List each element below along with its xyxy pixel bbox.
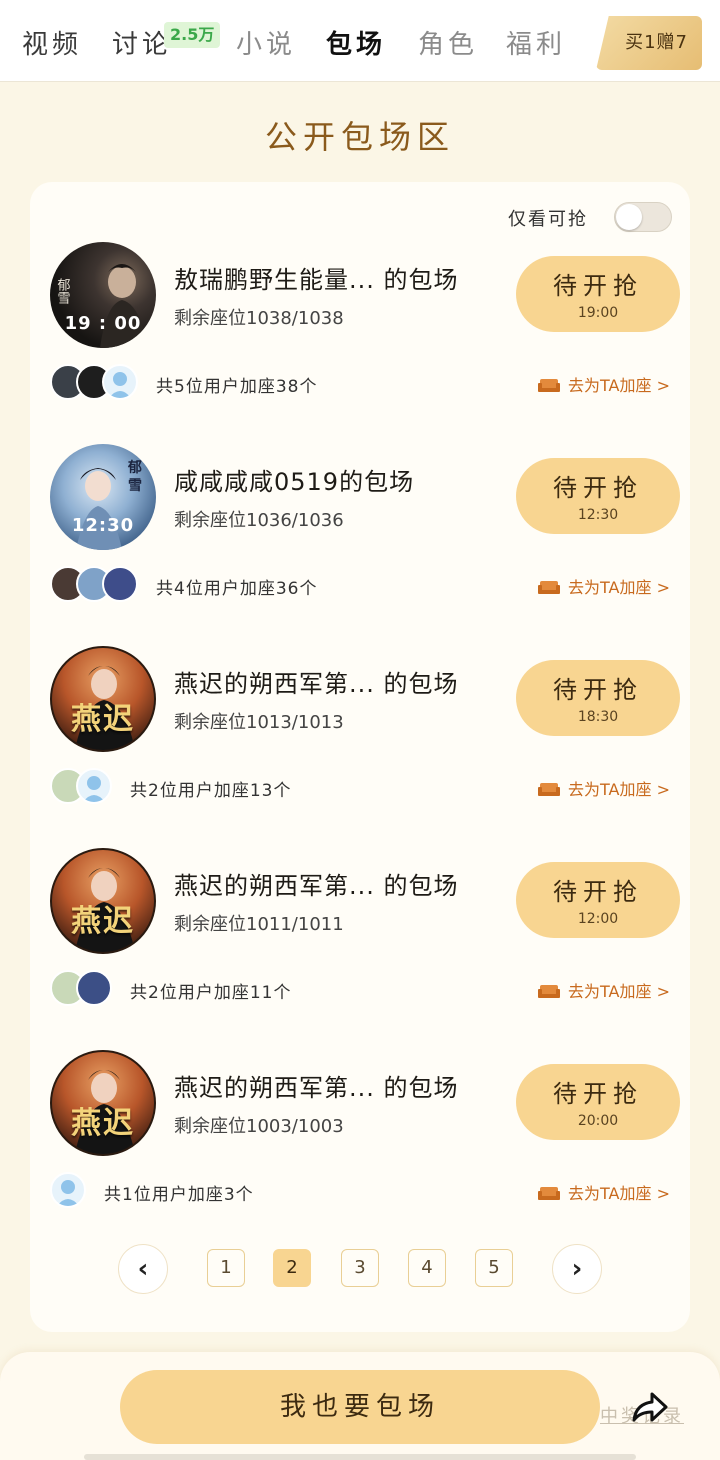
tab-welfare[interactable]: 福利: [506, 24, 566, 61]
item-title: 咸咸咸咸0519的包场: [174, 468, 415, 496]
grab-button-time: 20:00: [577, 1113, 619, 1129]
public-booking-card: 仅看可抢 郁雪 19 : 00 敖瑞鹏野生能量... 的包场 剩余座位1038/…: [30, 182, 690, 1332]
grab-button-label: 待开抢: [553, 272, 643, 300]
tab-booking[interactable]: 包场: [326, 24, 386, 61]
page-3-button[interactable]: 3: [341, 1249, 379, 1287]
discussion-count-badge: 2.5万: [164, 22, 221, 48]
item-seats-remaining: 剩余座位1013/1013: [174, 712, 344, 733]
item-seats-remaining: 剩余座位1011/1011: [174, 914, 344, 935]
prev-page-button[interactable]: ‹: [118, 1244, 168, 1294]
item-title: 燕迟的朔西军第... 的包场: [174, 1074, 459, 1102]
item-cover-image[interactable]: 郁雪 19 : 00: [50, 242, 156, 348]
grab-button-label: 待开抢: [553, 878, 643, 906]
item-seats-remaining: 剩余座位1003/1003: [174, 1116, 344, 1137]
tab-novel[interactable]: 小说: [236, 24, 296, 61]
grab-button-label: 待开抢: [553, 474, 643, 502]
buy-one-get-seven-promo[interactable]: 买1赠7: [596, 16, 702, 70]
page-2-button[interactable]: 2: [273, 1249, 311, 1287]
cover-title-glyph: 燕迟: [71, 1106, 135, 1141]
chevron-left-icon: ‹: [137, 1254, 149, 1284]
svg-text:郁: 郁: [127, 459, 142, 476]
add-seat-link[interactable]: 去为TA加座 >: [538, 1180, 670, 1204]
grab-button-time: 18:30: [577, 709, 619, 725]
item-seats-remaining: 剩余座位1038/1038: [174, 308, 344, 329]
chevron-right-icon: ›: [571, 1254, 583, 1284]
cover-time-label: 19 : 00: [64, 313, 142, 334]
item-cover-image[interactable]: 燕迟: [50, 848, 156, 954]
cover-title-glyph: 燕迟: [71, 904, 135, 939]
page-5-button[interactable]: 5: [475, 1249, 513, 1287]
pending-grab-button[interactable]: 待开抢 12:30: [516, 458, 680, 534]
share-icon[interactable]: [630, 1390, 670, 1426]
top-tab-bar: 视频 讨论 2.5万 小说 包场 角色 福利 买1赠7: [0, 0, 720, 82]
booking-item: 郁 雪 12:30 咸咸咸咸0519的包场 剩余座位1036/1036 待开抢 …: [30, 384, 690, 602]
grab-button-time: 12:00: [577, 911, 619, 927]
next-page-button[interactable]: ›: [552, 1244, 602, 1294]
tab-discussion[interactable]: 讨论: [112, 24, 172, 61]
bottom-action-bar: 我也要包场 中奖记录: [0, 1352, 720, 1460]
svg-text:郁雪: 郁雪: [55, 278, 71, 304]
add-seat-label: 去为TA加座 >: [568, 1184, 670, 1203]
item-title: 燕迟的朔西军第... 的包场: [174, 670, 459, 698]
seat-icon: [538, 1187, 561, 1200]
grab-button-label: 待开抢: [553, 676, 643, 704]
item-cover-image[interactable]: 郁 雪 12:30: [50, 444, 156, 550]
default-user-avatar: [50, 1172, 86, 1208]
booking-item: 燕迟 燕迟的朔西军第... 的包场 剩余座位1003/1003 待开抢 20:0…: [30, 990, 690, 1208]
pending-grab-button[interactable]: 待开抢 19:00: [516, 256, 680, 332]
pagination: ‹ 1 2 3 4 5 ›: [30, 1242, 690, 1298]
home-indicator: [84, 1454, 636, 1460]
grab-button-label: 待开抢: [553, 1080, 643, 1108]
tab-character[interactable]: 角色: [418, 24, 478, 61]
section-title: 公开包场区: [264, 118, 455, 156]
joined-summary: 共1位用户加座3个: [104, 1185, 254, 1205]
tab-video[interactable]: 视频: [22, 24, 82, 61]
booking-item: 郁雪 19 : 00 敖瑞鹏野生能量... 的包场 剩余座位1038/1038 …: [30, 182, 690, 400]
pending-grab-button[interactable]: 待开抢 20:00: [516, 1064, 680, 1140]
item-seats-remaining: 剩余座位1036/1036: [174, 510, 344, 531]
booking-item: 燕迟 燕迟的朔西军第... 的包场 剩余座位1011/1011 待开抢 12:0…: [30, 788, 690, 1006]
booking-item: 燕迟 燕迟的朔西军第... 的包场 剩余座位1013/1013 待开抢 18:3…: [30, 586, 690, 804]
pending-grab-button[interactable]: 待开抢 12:00: [516, 862, 680, 938]
svg-text:雪: 雪: [128, 477, 142, 494]
grab-button-time: 12:30: [577, 507, 619, 523]
cover-title-glyph: 燕迟: [71, 702, 135, 737]
item-cover-image[interactable]: 燕迟: [50, 1050, 156, 1156]
page-4-button[interactable]: 4: [408, 1249, 446, 1287]
cover-time-label: 12:30: [71, 515, 135, 536]
pending-grab-button[interactable]: 待开抢 18:30: [516, 660, 680, 736]
create-booking-button[interactable]: 我也要包场: [120, 1370, 600, 1444]
item-title: 敖瑞鹏野生能量... 的包场: [174, 266, 459, 294]
grab-button-time: 19:00: [577, 305, 619, 321]
item-cover-image[interactable]: 燕迟: [50, 646, 156, 752]
page-1-button[interactable]: 1: [207, 1249, 245, 1287]
item-title: 燕迟的朔西军第... 的包场: [174, 872, 459, 900]
